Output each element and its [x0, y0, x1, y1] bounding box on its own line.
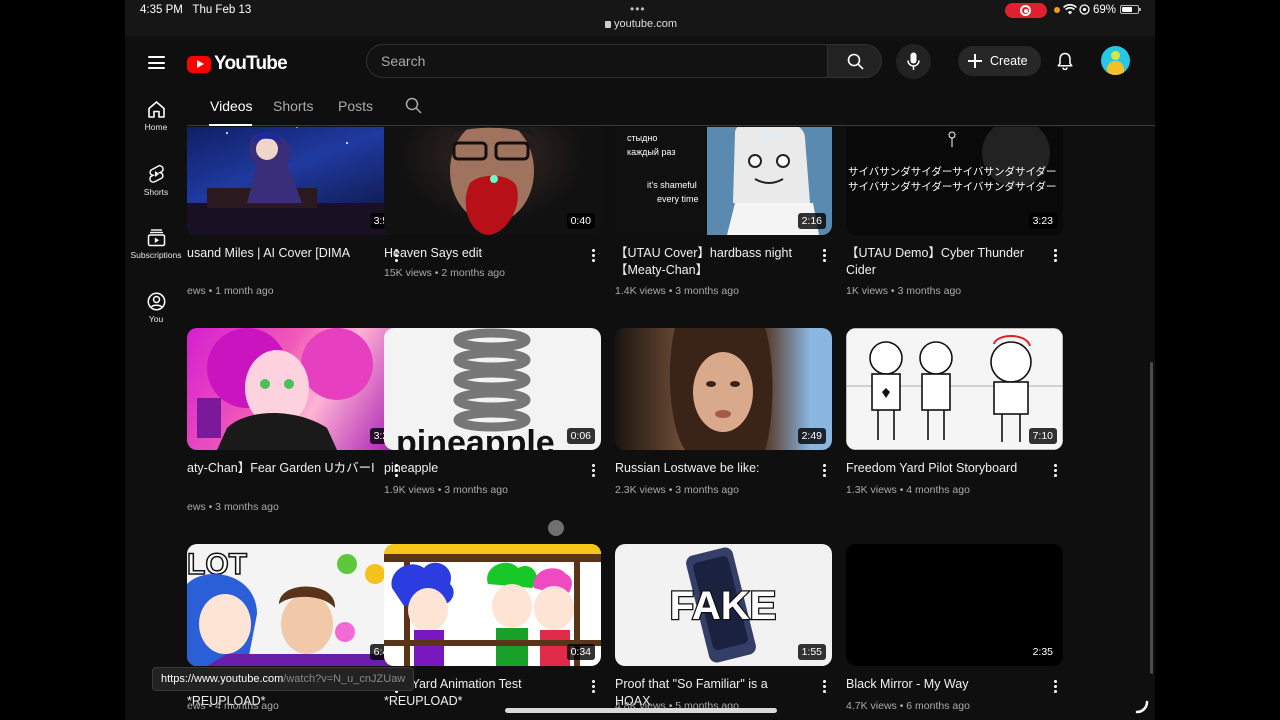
- video-thumbnail[interactable]: LOT 6:44: [187, 544, 404, 666]
- account-avatar[interactable]: [1101, 46, 1130, 75]
- youtube-logo[interactable]: YouTube: [187, 53, 288, 75]
- more-options-icon[interactable]: [1054, 464, 1058, 478]
- link-preview-tooltip: https://www.youtube.com/watch?v=N_u_cnJZ…: [152, 667, 415, 691]
- tab-videos[interactable]: Videos: [210, 98, 253, 114]
- video-meta: 4.7K views • 6 months ago: [846, 700, 970, 712]
- video-meta: 1.9K views • 3 months ago: [384, 484, 508, 496]
- svg-text:FAKE: FAKE: [670, 584, 777, 628]
- svg-text:стыдно: стыдно: [627, 133, 657, 143]
- address-bar[interactable]: youtube.com: [605, 18, 677, 30]
- microphone-icon: [907, 52, 920, 70]
- video-meta: 1.3K views • 4 months ago: [846, 484, 970, 496]
- video-thumbnail[interactable]: 0:34: [384, 544, 601, 666]
- youtube-masthead: YouTube Create: [125, 36, 1155, 88]
- more-options-icon[interactable]: [592, 249, 596, 263]
- create-label: Create: [990, 54, 1028, 68]
- active-tab-indicator: [209, 124, 252, 126]
- battery-percent: 69%: [1093, 4, 1117, 16]
- video-meta: 2.3K views • 3 months ago: [615, 484, 739, 496]
- status-time: 4:35 PM Thu Feb 13: [140, 4, 252, 16]
- menu-icon[interactable]: [148, 56, 165, 69]
- video-duration: 2:16: [797, 213, 826, 229]
- video-duration: 3:23: [1028, 213, 1057, 229]
- more-options-icon[interactable]: [823, 464, 827, 478]
- video-meta: ews • 1 month ago: [187, 285, 274, 297]
- video-title[interactable]: Heaven Says edit: [384, 245, 574, 262]
- scrollbar[interactable]: [1150, 362, 1153, 674]
- more-options-icon[interactable]: [1054, 249, 1058, 263]
- video-meta: 15K views • 2 months ago: [384, 267, 505, 279]
- notifications-bell-icon[interactable]: [1057, 52, 1073, 70]
- video-thumbnail[interactable]: 7:10: [846, 328, 1063, 450]
- voice-search-button[interactable]: [896, 44, 931, 79]
- svg-text:каждый раз: каждый раз: [627, 147, 675, 157]
- channel-search-icon[interactable]: [405, 97, 422, 114]
- tab-shorts[interactable]: Shorts: [273, 98, 313, 114]
- tab-posts[interactable]: Posts: [338, 98, 373, 114]
- video-duration: 0:06: [566, 428, 595, 444]
- more-options-icon[interactable]: [592, 464, 596, 478]
- microphone-in-use-dot: [1054, 7, 1060, 13]
- home-indicator[interactable]: [505, 708, 777, 713]
- video-grid: 3:57 usand Miles | AI Cover [DIMA ews • …: [125, 127, 1155, 720]
- home-icon: [147, 101, 165, 118]
- video-duration: 7:10: [1028, 428, 1057, 444]
- svg-text:every time: every time: [657, 194, 699, 204]
- search-box: [366, 44, 828, 78]
- more-options-icon[interactable]: [1054, 680, 1058, 694]
- ipad-screen: 4:35 PM Thu Feb 13 ••• youtube.com 69% Y…: [125, 0, 1155, 720]
- video-thumbnail[interactable]: pineapple 0:06: [384, 328, 601, 450]
- screen-recording-indicator[interactable]: [1005, 3, 1047, 18]
- svg-text:БУХ: БУХ: [761, 129, 786, 144]
- video-meta: 1.4K views • 3 months ago: [615, 285, 739, 297]
- video-meta: ews • 3 months ago: [187, 501, 279, 513]
- svg-text:it's shameful: it's shameful: [647, 180, 697, 190]
- video-title[interactable]: 【UTAU Cover】hardbass night 【Meaty-Chan】: [615, 245, 805, 279]
- video-duration: 0:34: [566, 644, 595, 660]
- video-thumbnail[interactable]: サイバサンダサイダーサイバサンダサイダーサイバサンダサイダーサイバサンダサイダー…: [846, 127, 1063, 235]
- video-thumbnail[interactable]: 2:35: [846, 544, 1063, 666]
- video-title[interactable]: 【UTAU Demo】Cyber Thunder Cider: [846, 245, 1036, 279]
- search-button[interactable]: [828, 44, 882, 78]
- video-thumbnail[interactable]: 2:49: [615, 328, 832, 450]
- video-thumbnail[interactable]: FAKE 1:55: [615, 544, 832, 666]
- video-duration: 2:35: [1028, 644, 1057, 660]
- battery-icon: [1120, 5, 1141, 14]
- plus-icon: [968, 54, 982, 68]
- youtube-play-icon: [187, 55, 211, 73]
- logo-text: YouTube: [214, 53, 288, 74]
- multitasking-dots[interactable]: •••: [630, 2, 646, 16]
- create-button[interactable]: Create: [958, 46, 1041, 76]
- video-thumbnail[interactable]: 3:24: [187, 328, 404, 450]
- search-icon: [847, 53, 864, 70]
- video-meta: 1K views • 3 months ago: [846, 285, 962, 297]
- video-thumbnail[interactable]: БУХ стыдно каждый раз it's shameful ever…: [615, 127, 832, 235]
- assistive-touch-dot[interactable]: [548, 520, 564, 536]
- video-title[interactable]: usand Miles | AI Cover [DIMA: [187, 245, 377, 262]
- channel-tabs: Videos Shorts Posts: [187, 88, 1155, 126]
- video-title[interactable]: Russian Lostwave be like:: [615, 460, 805, 477]
- record-icon: [1020, 5, 1031, 16]
- svg-text:pineapple: pineapple: [396, 424, 555, 450]
- lock-icon: [605, 21, 611, 28]
- video-title[interactable]: aty-Chan】Fear Garden UカバーI: [187, 460, 377, 477]
- video-duration: 0:40: [566, 213, 595, 229]
- battery-fill: [1122, 7, 1133, 12]
- video-title[interactable]: pineapple: [384, 460, 574, 477]
- more-options-icon[interactable]: [592, 680, 596, 694]
- video-thumbnail[interactable]: 0:40: [384, 127, 601, 235]
- video-duration: 2:49: [797, 428, 826, 444]
- video-meta: ews • 4 months ago: [187, 700, 279, 712]
- video-duration: 1:55: [797, 644, 826, 660]
- status-bar: 4:35 PM Thu Feb 13 ••• youtube.com 69%: [125, 0, 1155, 36]
- video-thumbnail[interactable]: 3:57: [187, 127, 404, 235]
- more-options-icon[interactable]: [823, 249, 827, 263]
- location-icon: [1079, 4, 1090, 15]
- wifi-icon: [1063, 4, 1077, 15]
- more-options-icon[interactable]: [823, 680, 827, 694]
- video-title[interactable]: Black Mirror - My Way: [846, 676, 1036, 693]
- resize-corner-icon[interactable]: [1135, 700, 1149, 714]
- search-input[interactable]: [367, 45, 827, 77]
- video-title[interactable]: Freedom Yard Pilot Storyboard: [846, 460, 1036, 477]
